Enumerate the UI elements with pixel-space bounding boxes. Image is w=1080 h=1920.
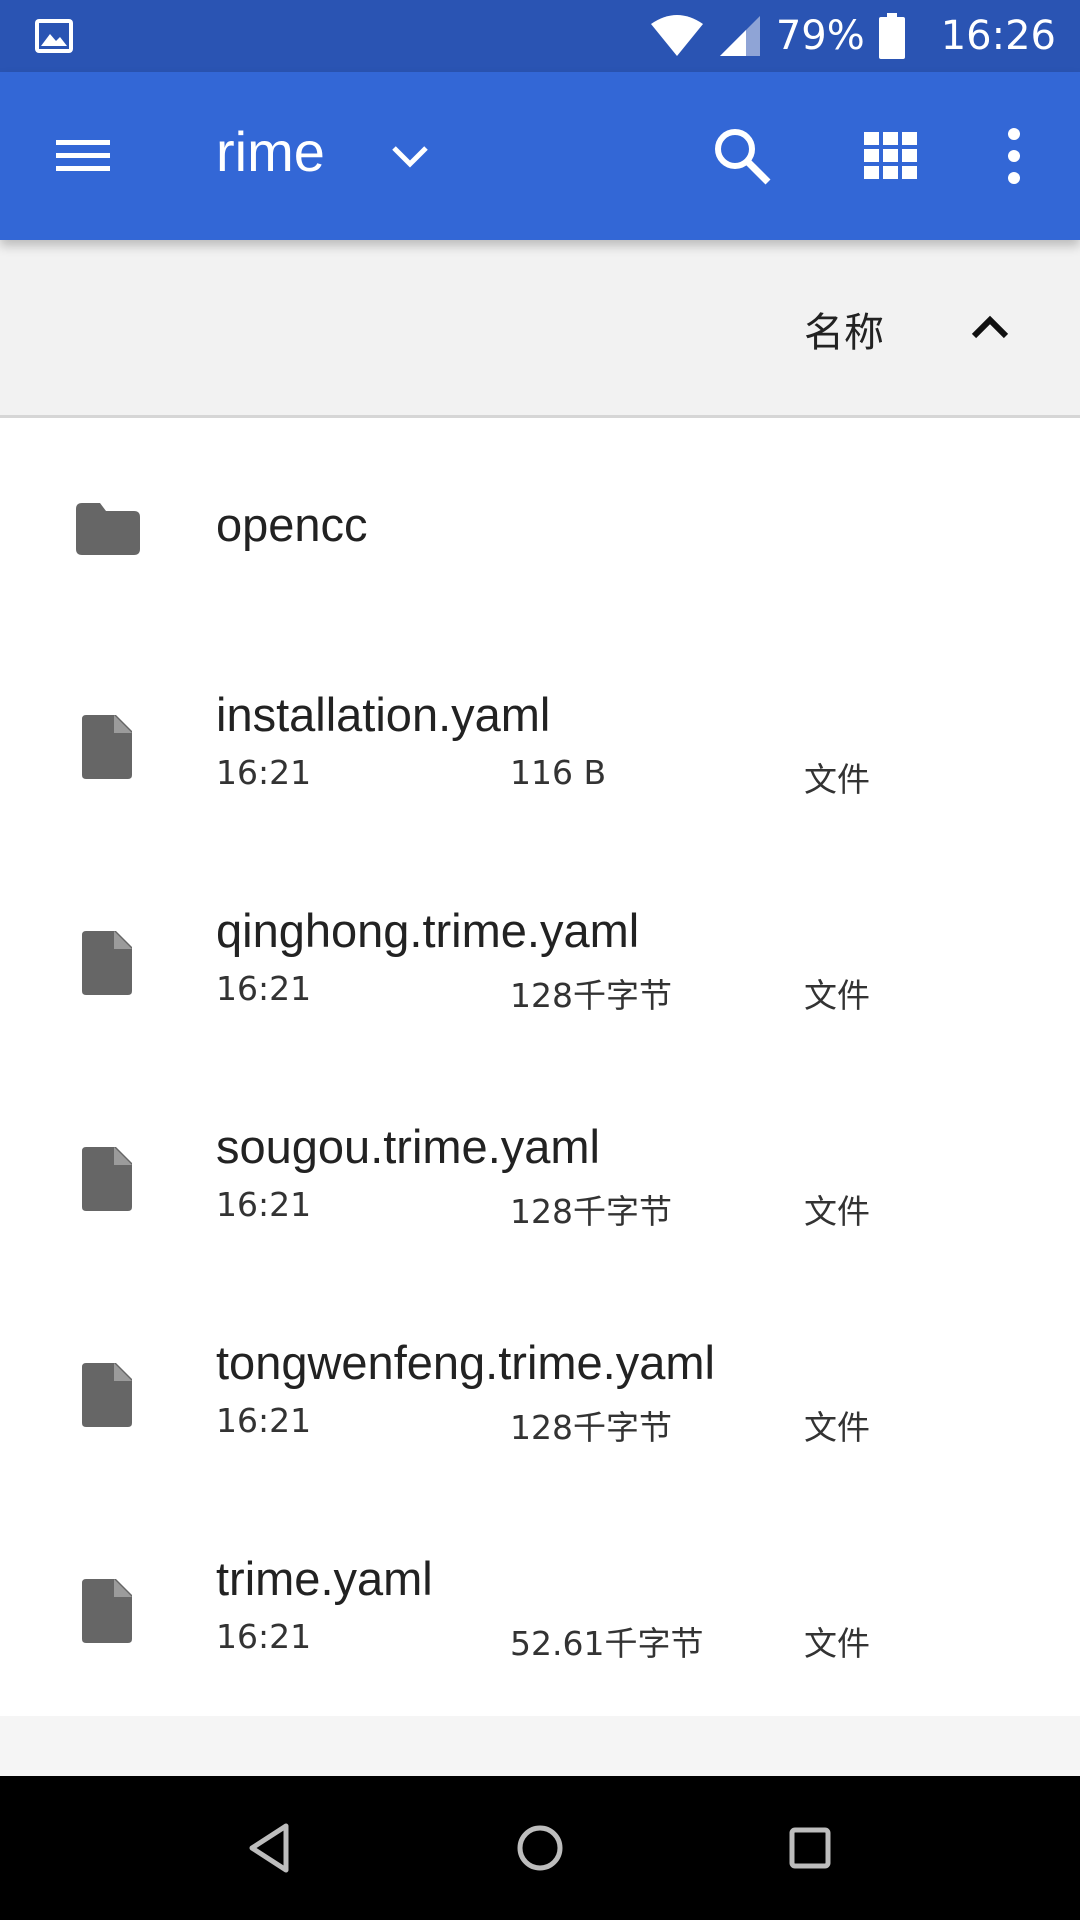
file-type: 文件 — [804, 760, 870, 799]
list-item[interactable]: qinghong.trime.yaml 16:21 128千字节 文件 — [0, 853, 1080, 1069]
list-footer — [0, 1716, 1080, 1776]
file-name: installation.yaml — [216, 688, 551, 741]
sort-by-name-button[interactable]: 名称 — [804, 300, 884, 358]
file-icon — [82, 1147, 132, 1211]
battery-icon — [878, 13, 905, 59]
file-icon — [82, 1579, 132, 1643]
file-type: 文件 — [804, 1624, 870, 1663]
file-icon — [82, 715, 132, 779]
file-list: opencc installation.yaml 16:21 116 B 文件 … — [0, 421, 1080, 1716]
file-type: 文件 — [804, 1192, 870, 1231]
chevron-up-icon[interactable] — [966, 306, 1014, 346]
recents-icon[interactable] — [778, 1816, 842, 1880]
file-icon — [82, 931, 132, 995]
file-size: 128千字节 — [510, 1192, 672, 1231]
folder-icon — [76, 503, 140, 555]
navigation-bar — [0, 1776, 1080, 1920]
clock: 16:26 — [940, 13, 1056, 59]
more-vert-icon[interactable] — [994, 124, 1034, 188]
file-time: 16:21 — [216, 753, 312, 792]
file-type: 文件 — [804, 1408, 870, 1447]
image-icon — [35, 19, 73, 53]
file-name: qinghong.trime.yaml — [216, 904, 640, 957]
wifi-icon — [650, 15, 703, 56]
file-name: trime.yaml — [216, 1552, 433, 1605]
list-item[interactable]: trime.yaml 16:21 52.61千字节 文件 — [0, 1501, 1080, 1717]
list-item[interactable]: installation.yaml 16:21 116 B 文件 — [0, 637, 1080, 853]
sort-bar: 名称 — [0, 240, 1080, 418]
file-size: 52.61千字节 — [510, 1624, 704, 1663]
file-time: 16:21 — [216, 1185, 312, 1224]
grid-view-icon[interactable] — [858, 126, 922, 186]
file-name: opencc — [216, 498, 368, 551]
file-size: 116 B — [510, 753, 607, 792]
status-bar: 79% 16:26 — [0, 0, 1080, 72]
list-item[interactable]: sougou.trime.yaml 16:21 128千字节 文件 — [0, 1069, 1080, 1285]
search-icon[interactable] — [710, 124, 774, 188]
file-time: 16:21 — [216, 1401, 312, 1440]
file-size: 128千字节 — [510, 976, 672, 1015]
file-name: tongwenfeng.trime.yaml — [216, 1336, 715, 1389]
signal-icon — [719, 16, 760, 56]
file-size: 128千字节 — [510, 1408, 672, 1447]
list-item[interactable]: opencc — [0, 421, 1080, 637]
file-name: sougou.trime.yaml — [216, 1120, 600, 1173]
menu-icon[interactable] — [48, 128, 120, 184]
battery-percent: 79% — [775, 13, 865, 59]
chevron-down-icon[interactable] — [386, 132, 434, 180]
app-bar: rime — [0, 72, 1080, 240]
file-time: 16:21 — [216, 969, 312, 1008]
file-time: 16:21 — [216, 1617, 312, 1656]
home-icon[interactable] — [508, 1816, 572, 1880]
list-item[interactable]: tongwenfeng.trime.yaml 16:21 128千字节 文件 — [0, 1285, 1080, 1501]
file-type: 文件 — [804, 976, 870, 1015]
app-title[interactable]: rime — [216, 116, 325, 188]
file-icon — [82, 1363, 132, 1427]
back-icon[interactable] — [238, 1816, 302, 1880]
